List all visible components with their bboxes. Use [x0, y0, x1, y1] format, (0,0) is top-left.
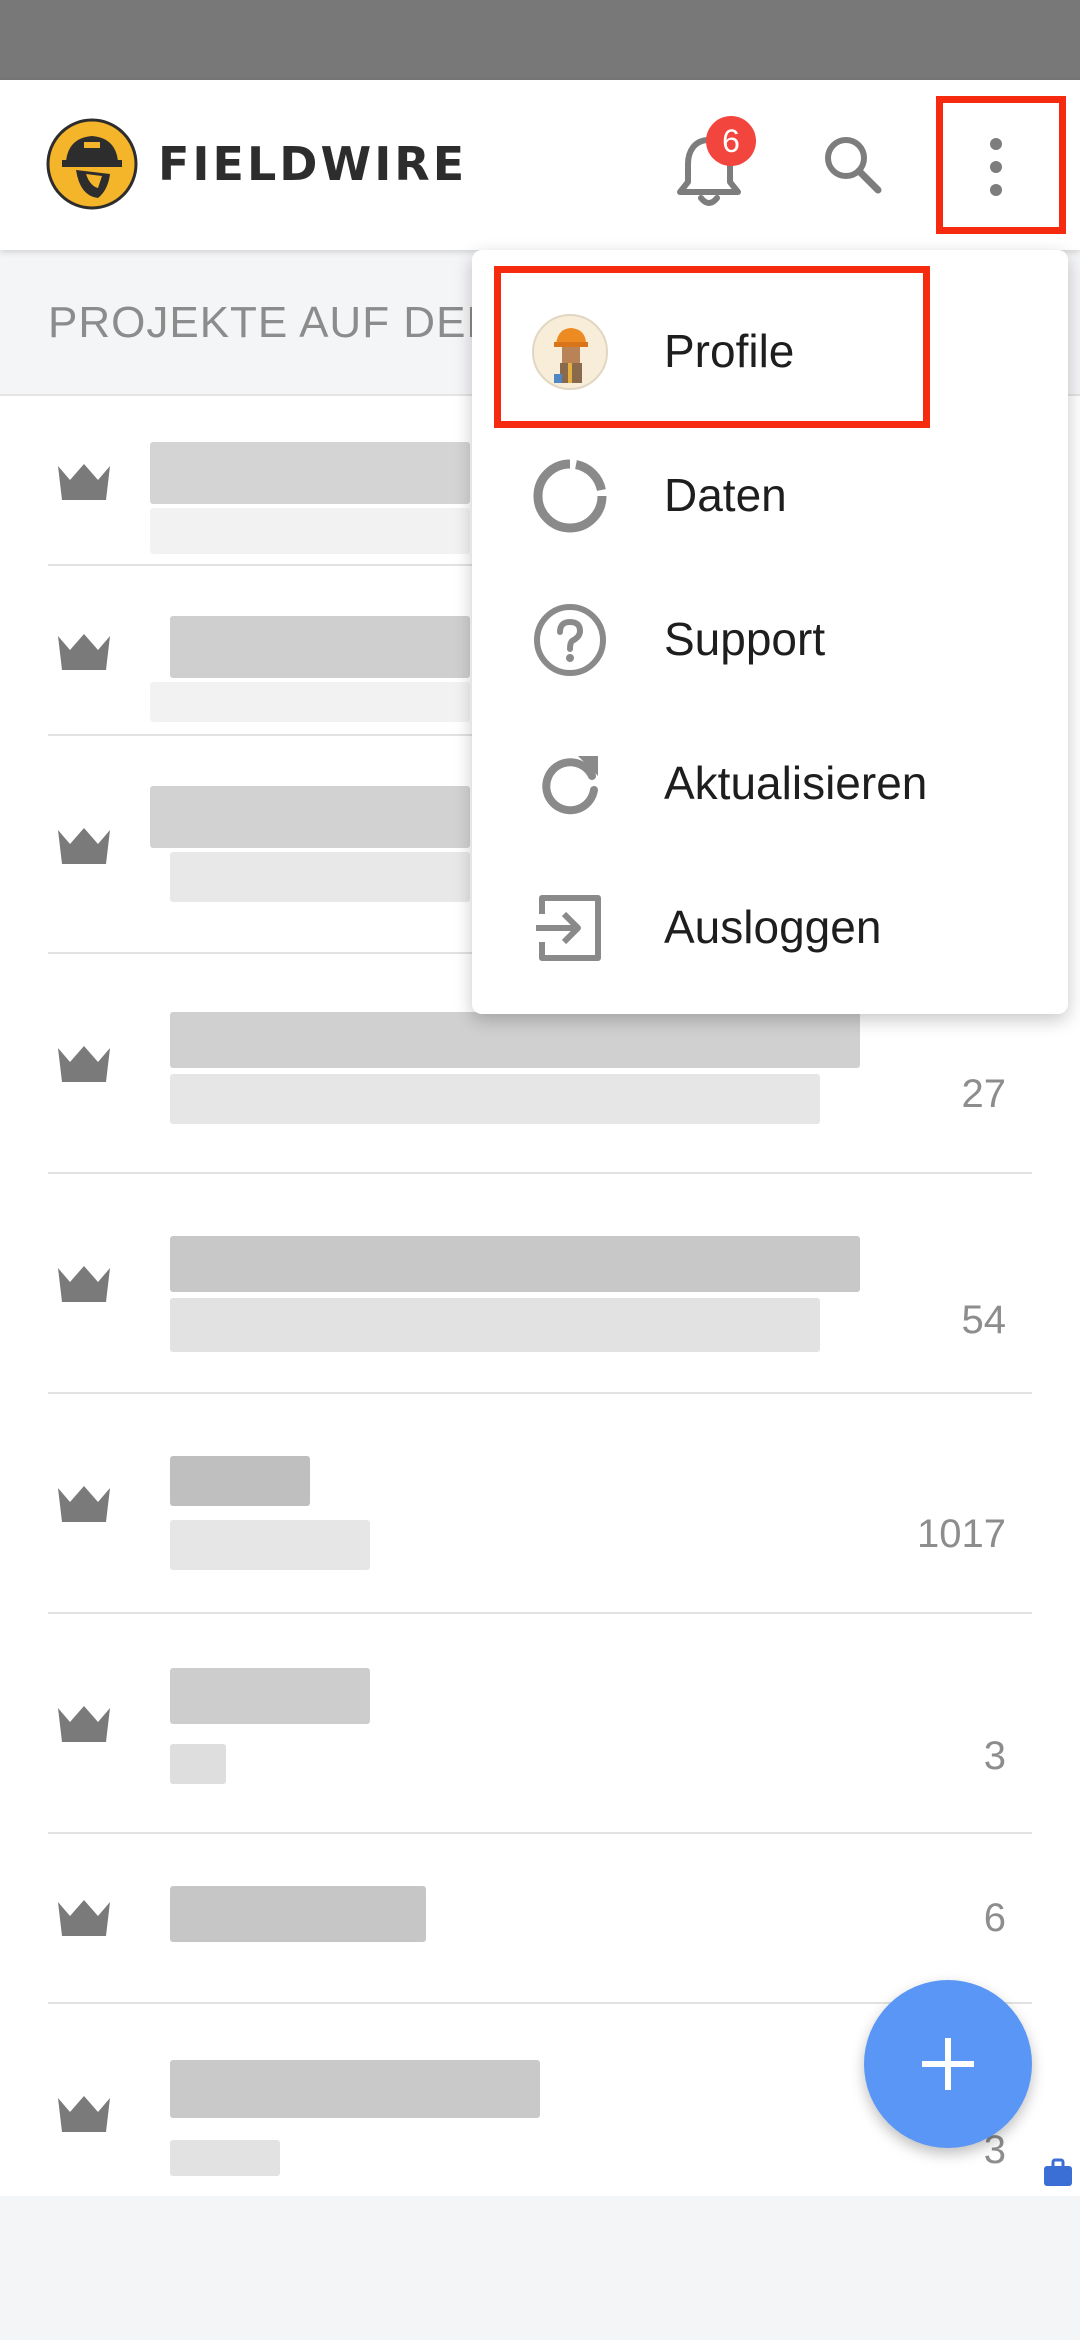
crown-icon	[58, 1266, 110, 1302]
blurred-project-detail	[170, 2140, 280, 2176]
blurred-project-name	[150, 786, 470, 848]
project-count: 6	[983, 1896, 1006, 1940]
menu-item-aktualisieren[interactable]: Aktualisieren	[472, 712, 1068, 856]
blurred-project-name	[170, 2060, 540, 2118]
logout-icon	[536, 895, 601, 961]
app-bar: FIELDWIRE 6	[0, 80, 1080, 250]
status-bar	[0, 0, 1080, 80]
fieldwire-logo-icon	[46, 118, 138, 210]
project-count: 54	[961, 1298, 1007, 1342]
project-row[interactable]: 3	[0, 1614, 1080, 1834]
add-project-button[interactable]	[864, 1980, 1032, 2148]
menu-item-ausloggen[interactable]: Ausloggen	[472, 856, 1068, 1000]
crown-icon	[58, 464, 110, 500]
blurred-project-name	[170, 616, 470, 678]
help-circle-icon	[534, 604, 606, 676]
ring-chart-icon	[533, 459, 607, 533]
crown-icon	[58, 1486, 110, 1522]
overflow-menu: Profile Daten Support Aktualisieren Ausl…	[472, 250, 1068, 1014]
menu-item-daten[interactable]: Daten	[472, 424, 1068, 568]
blurred-project-name	[170, 1236, 860, 1292]
project-row[interactable]: 6	[0, 1834, 1080, 2004]
crown-icon	[58, 1706, 110, 1742]
menu-label-daten: Daten	[664, 469, 787, 521]
project-count: 3	[983, 1734, 1006, 1778]
crown-icon	[58, 634, 110, 670]
menu-item-support[interactable]: Support	[472, 568, 1068, 712]
briefcase-icon	[1044, 2158, 1072, 2186]
avatar-icon	[532, 314, 608, 390]
blurred-project-detail	[170, 1520, 370, 1570]
project-row[interactable]: 54	[0, 1174, 1080, 1394]
blurred-project-detail	[170, 1744, 226, 1784]
project-row[interactable]: 1017	[0, 1394, 1080, 1614]
menu-label-aktualisieren: Aktualisieren	[664, 757, 928, 809]
blurred-project-name	[170, 1886, 426, 1942]
blurred-project-detail	[170, 852, 470, 902]
blurred-project-detail	[170, 1074, 820, 1124]
menu-label-ausloggen: Ausloggen	[664, 901, 882, 953]
menu-label-profile: Profile	[664, 325, 795, 377]
menu-item-profile[interactable]: Profile	[472, 280, 1068, 424]
project-count: 1017	[917, 1512, 1006, 1556]
brand-name: FIELDWIRE	[158, 137, 468, 191]
blurred-project-name	[170, 1456, 310, 1506]
blurred-project-name	[150, 442, 470, 504]
blurred-project-detail	[150, 508, 470, 554]
blurred-project-name	[170, 1012, 860, 1068]
refresh-icon	[542, 756, 598, 815]
blurred-project-detail	[170, 1298, 820, 1352]
blurred-project-detail	[150, 682, 470, 722]
notification-badge: 6	[706, 116, 756, 166]
crown-icon	[58, 1046, 110, 1082]
crown-icon	[58, 828, 110, 864]
plus-icon	[922, 2038, 974, 2090]
project-count: 27	[961, 1072, 1007, 1116]
blurred-project-name	[170, 1668, 370, 1724]
menu-label-support: Support	[664, 613, 826, 665]
section-title: PROJEKTE AUF DEM	[48, 298, 505, 347]
search-icon[interactable]	[820, 132, 884, 196]
crown-icon	[58, 2096, 110, 2132]
list-footer	[0, 2196, 1080, 2340]
crown-icon	[58, 1900, 110, 1936]
more-vert-icon[interactable]	[974, 132, 1018, 202]
